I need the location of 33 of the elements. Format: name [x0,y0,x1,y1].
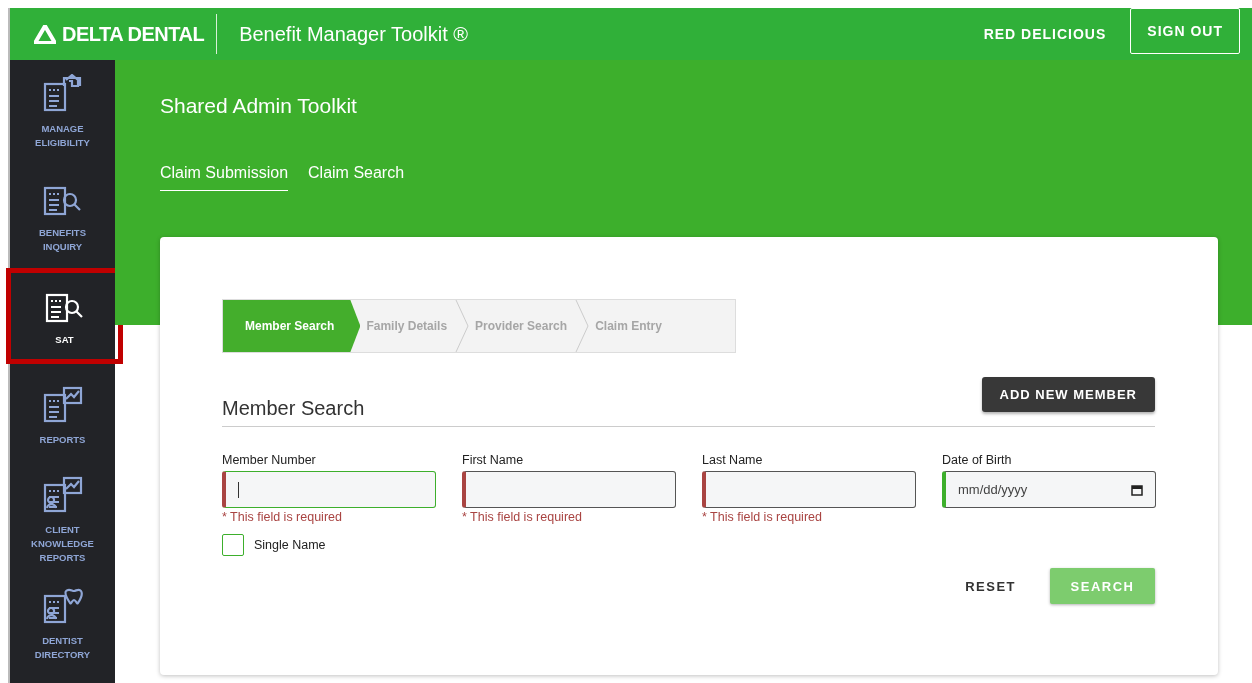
sidebar-item[interactable]: CLIENT KNOWLEDGE REPORTS [10,468,115,572]
triangle-logo-icon [34,24,56,44]
user-name: RED DELICIOUS [983,26,1107,42]
section-title: Member Search [222,397,365,420]
input-field[interactable] [462,471,676,508]
calendar-icon[interactable] [1131,483,1143,496]
field-label: Date of Birth [942,453,1013,467]
checkbox-label: Single Name [254,538,326,552]
page-title: Shared Admin Toolkit [160,94,358,118]
field-label: Last Name [702,453,764,467]
chevron-divider-icon [455,300,470,352]
sidebar-item[interactable]: MANAGE ELIGIBILITY [10,60,115,164]
input-field[interactable] [222,471,436,508]
reset-button[interactable]: RESET [959,577,1022,595]
person-chart-icon [41,475,84,515]
chevron-divider-icon [575,300,590,352]
input-field[interactable] [702,471,916,508]
sidebar-item[interactable]: DENTIST DIRECTORY [10,572,115,676]
document-house-icon [41,74,84,114]
error-message: * This field is required [702,510,823,524]
person-tooth-icon [41,586,84,626]
error-message: * This field is required [462,510,583,524]
sidebar-item[interactable]: REPORTS [10,364,115,468]
sidebar-item[interactable]: BENEFITS INQUIRY [10,164,115,268]
brand-name: DELTA DENTAL [62,22,205,46]
date-field[interactable]: mm/dd/yyyy [942,471,1156,508]
error-message: * This field is required [222,510,343,524]
add-member-button[interactable]: ADD NEW MEMBER [981,377,1155,412]
field-label: Member Number [222,453,317,467]
document-chart-icon [41,385,84,425]
checkbox[interactable] [222,534,244,556]
app-title: Benefit Manager Toolkit ® [239,22,470,46]
field-label: First Name [462,453,525,467]
